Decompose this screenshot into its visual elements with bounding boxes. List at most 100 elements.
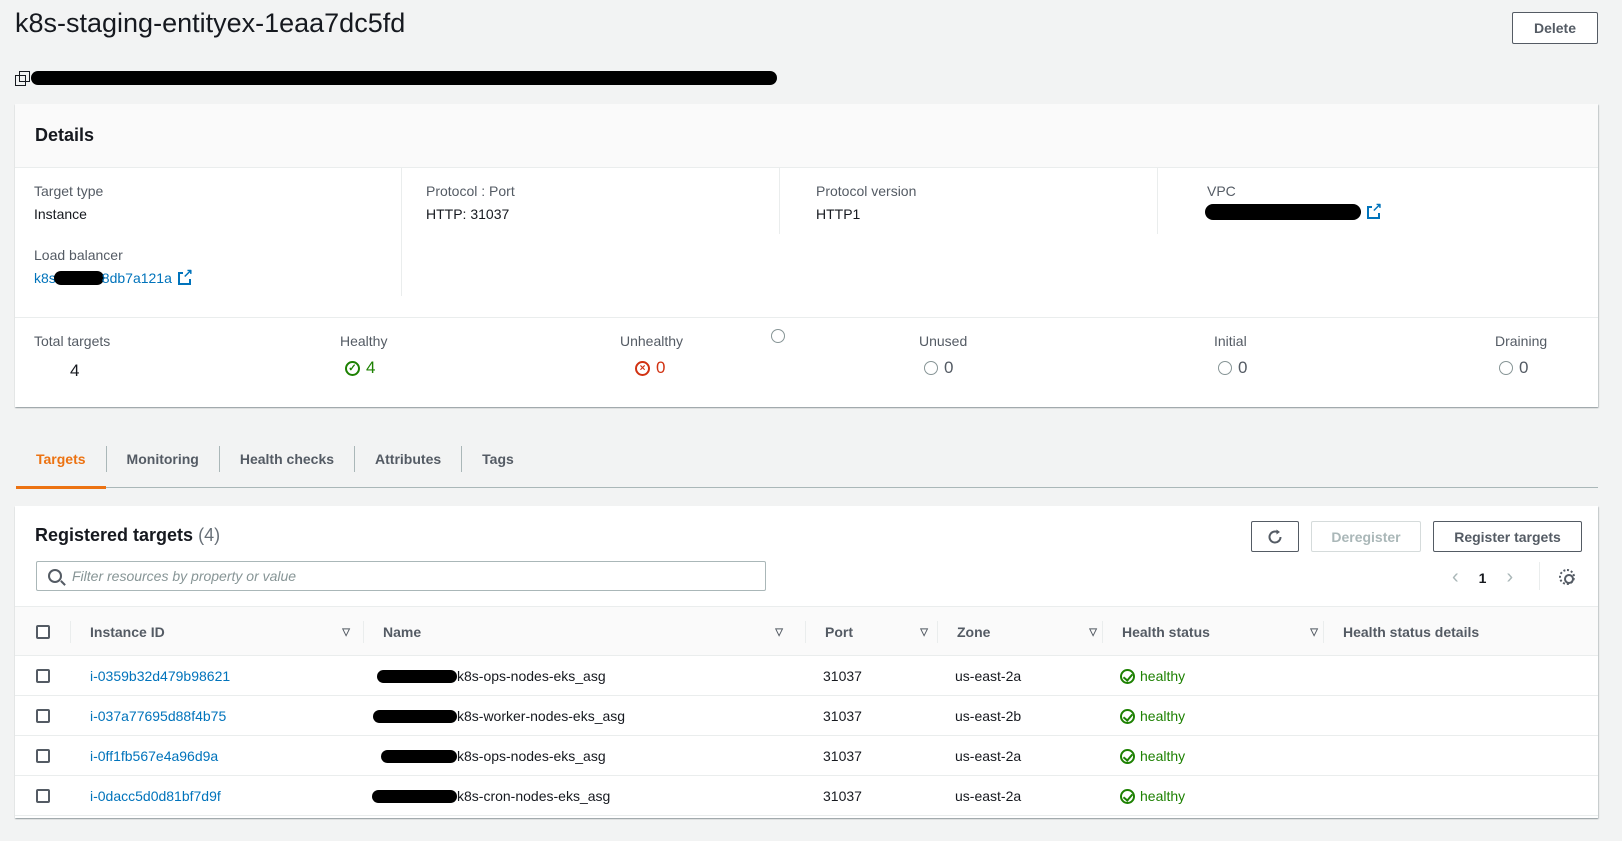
- healthy-count[interactable]: ✓ 4: [345, 358, 375, 378]
- name-text: k8s-worker-nodes-eks_asg: [457, 708, 626, 724]
- copy-icon[interactable]: [15, 71, 30, 86]
- col-zone[interactable]: Zone ▽: [957, 607, 1107, 657]
- total-targets-label: Total targets: [34, 333, 111, 349]
- draining-count[interactable]: 0: [1499, 358, 1528, 378]
- port-cell: 31037: [823, 708, 862, 724]
- col-port[interactable]: Port ▽: [825, 607, 938, 657]
- col-name[interactable]: Name ▽: [383, 607, 793, 657]
- name-text: k8s-cron-nodes-eks_asg: [457, 788, 611, 804]
- table-row[interactable]: i-0359b32d479b98621 k8s-ops-nodes-eks_as…: [15, 656, 1598, 696]
- gear-icon[interactable]: [1559, 569, 1575, 585]
- col-health-details: Health status details: [1343, 607, 1479, 657]
- row-checkbox[interactable]: [36, 709, 50, 723]
- sort-caret-icon[interactable]: ▽: [775, 627, 783, 638]
- tab-targets[interactable]: Targets: [16, 445, 107, 489]
- vpc-link[interactable]: [1205, 200, 1382, 220]
- zone-cell: us-east-2b: [955, 708, 1022, 724]
- external-link-icon[interactable]: [177, 266, 193, 285]
- details-panel: Details Target type Instance Load balanc…: [15, 104, 1598, 407]
- redacted-name: [373, 709, 457, 723]
- zone-cell: us-east-2a: [955, 788, 1022, 804]
- draining-label: Draining: [1495, 333, 1548, 349]
- register-targets-button[interactable]: Register targets: [1433, 521, 1582, 552]
- registered-targets-count: (4): [198, 525, 221, 545]
- unused-value: 0: [944, 358, 954, 377]
- search-icon: [48, 569, 62, 583]
- table-row[interactable]: i-0ff1fb567e4a96d9a k8s-ops-nodes-eks_as…: [15, 736, 1598, 776]
- ellipsis-circle-icon: [924, 361, 938, 375]
- name-cell: k8s-worker-nodes-eks_asg: [373, 696, 625, 736]
- redacted-name: [377, 669, 457, 683]
- refresh-button[interactable]: [1251, 521, 1299, 552]
- table-header: Instance ID ▽ Name ▽ Port ▽ Zone ▽ Healt…: [15, 606, 1598, 656]
- initial-count[interactable]: 0: [1218, 358, 1247, 378]
- health-text: healthy: [1140, 748, 1186, 764]
- registered-targets-title: Registered targets (4): [35, 525, 220, 546]
- sort-caret-icon[interactable]: ▽: [1310, 627, 1318, 638]
- unhealthy-label: Unhealthy: [620, 333, 684, 349]
- instance-id-link[interactable]: i-037a77695d88f4b75: [90, 696, 226, 736]
- row-checkbox[interactable]: [36, 669, 50, 683]
- initial-label: Initial: [1214, 333, 1247, 349]
- page-title: k8s-staging-entityex-1eaa7dc5fd: [15, 8, 406, 38]
- row-checkbox[interactable]: [36, 749, 50, 763]
- health-cell: healthy: [1120, 656, 1185, 696]
- load-balancer-label: Load balancer: [34, 247, 123, 263]
- name-cell: k8s-ops-nodes-eks_asg: [381, 736, 606, 776]
- port-cell: 31037: [823, 788, 862, 804]
- registered-targets-label: Registered targets: [35, 525, 194, 545]
- table-row[interactable]: i-037a77695d88f4b75 k8s-worker-nodes-eks…: [15, 696, 1598, 736]
- draining-value: 0: [1519, 358, 1529, 377]
- load-balancer-suffix[interactable]: 8db7a121a: [102, 270, 172, 286]
- refresh-icon: [1268, 529, 1282, 543]
- load-balancer-prefix[interactable]: k8s: [34, 270, 56, 286]
- table-row[interactable]: i-0dacc5d0d81bf7d9f k8s-cron-nodes-eks_a…: [15, 776, 1598, 816]
- chevron-right-icon[interactable]: ›: [1506, 566, 1513, 589]
- sort-caret-icon[interactable]: ▽: [920, 627, 928, 638]
- filter-input[interactable]: [72, 568, 765, 584]
- instance-id-link[interactable]: i-0dacc5d0d81bf7d9f: [90, 776, 221, 816]
- vpc-label: VPC: [1207, 183, 1236, 199]
- unhealthy-count[interactable]: × 0: [635, 358, 665, 378]
- column-divider: [1102, 621, 1103, 643]
- tab-attributes[interactable]: Attributes: [355, 445, 463, 472]
- unused-count[interactable]: 0: [924, 358, 953, 378]
- divider: [1539, 562, 1540, 590]
- row-checkbox[interactable]: [36, 789, 50, 803]
- col-instance-id[interactable]: Instance ID ▽: [90, 607, 360, 657]
- select-all-checkbox[interactable]: [36, 625, 50, 639]
- tab-tags[interactable]: Tags: [462, 446, 534, 472]
- check-circle-icon: ✓: [345, 360, 360, 376]
- sort-caret-icon[interactable]: ▽: [1089, 627, 1097, 638]
- tab-health-checks[interactable]: Health checks: [220, 445, 356, 472]
- health-text: healthy: [1140, 708, 1186, 724]
- redacted-name: [372, 789, 457, 803]
- external-link-icon[interactable]: [1367, 200, 1382, 219]
- redacted-lb: [53, 271, 104, 285]
- healthy-value: 4: [366, 358, 376, 377]
- column-divider: [1323, 621, 1324, 643]
- protocol-version-label: Protocol version: [816, 183, 917, 199]
- column-divider: [937, 621, 938, 643]
- unused-label: Unused: [919, 333, 968, 349]
- clock-icon: [1218, 361, 1232, 375]
- col-health-status[interactable]: Health status ▽: [1122, 607, 1328, 657]
- details-title: Details: [15, 104, 1598, 168]
- deregister-button[interactable]: Deregister: [1311, 521, 1421, 552]
- total-targets-value: 4: [70, 361, 80, 380]
- sort-caret-icon[interactable]: ▽: [342, 627, 350, 638]
- page-number[interactable]: 1: [1479, 570, 1487, 586]
- delete-button[interactable]: Delete: [1512, 12, 1598, 44]
- load-balancer-link[interactable]: k8s 8db7a121a: [34, 266, 193, 286]
- protocol-port-label: Protocol : Port: [426, 183, 515, 199]
- chevron-left-icon[interactable]: ‹: [1452, 566, 1459, 589]
- redacted-arn: [31, 71, 777, 85]
- instance-id-link[interactable]: i-0ff1fb567e4a96d9a: [90, 736, 218, 776]
- initial-value: 0: [1238, 358, 1248, 377]
- tab-monitoring[interactable]: Monitoring: [107, 445, 220, 472]
- x-circle-icon: ×: [635, 360, 650, 376]
- instance-id-link[interactable]: i-0359b32d479b98621: [90, 656, 230, 696]
- port-cell: 31037: [823, 748, 862, 764]
- pagination: ‹ 1 ›: [1452, 566, 1513, 589]
- redacted-name: [381, 749, 457, 763]
